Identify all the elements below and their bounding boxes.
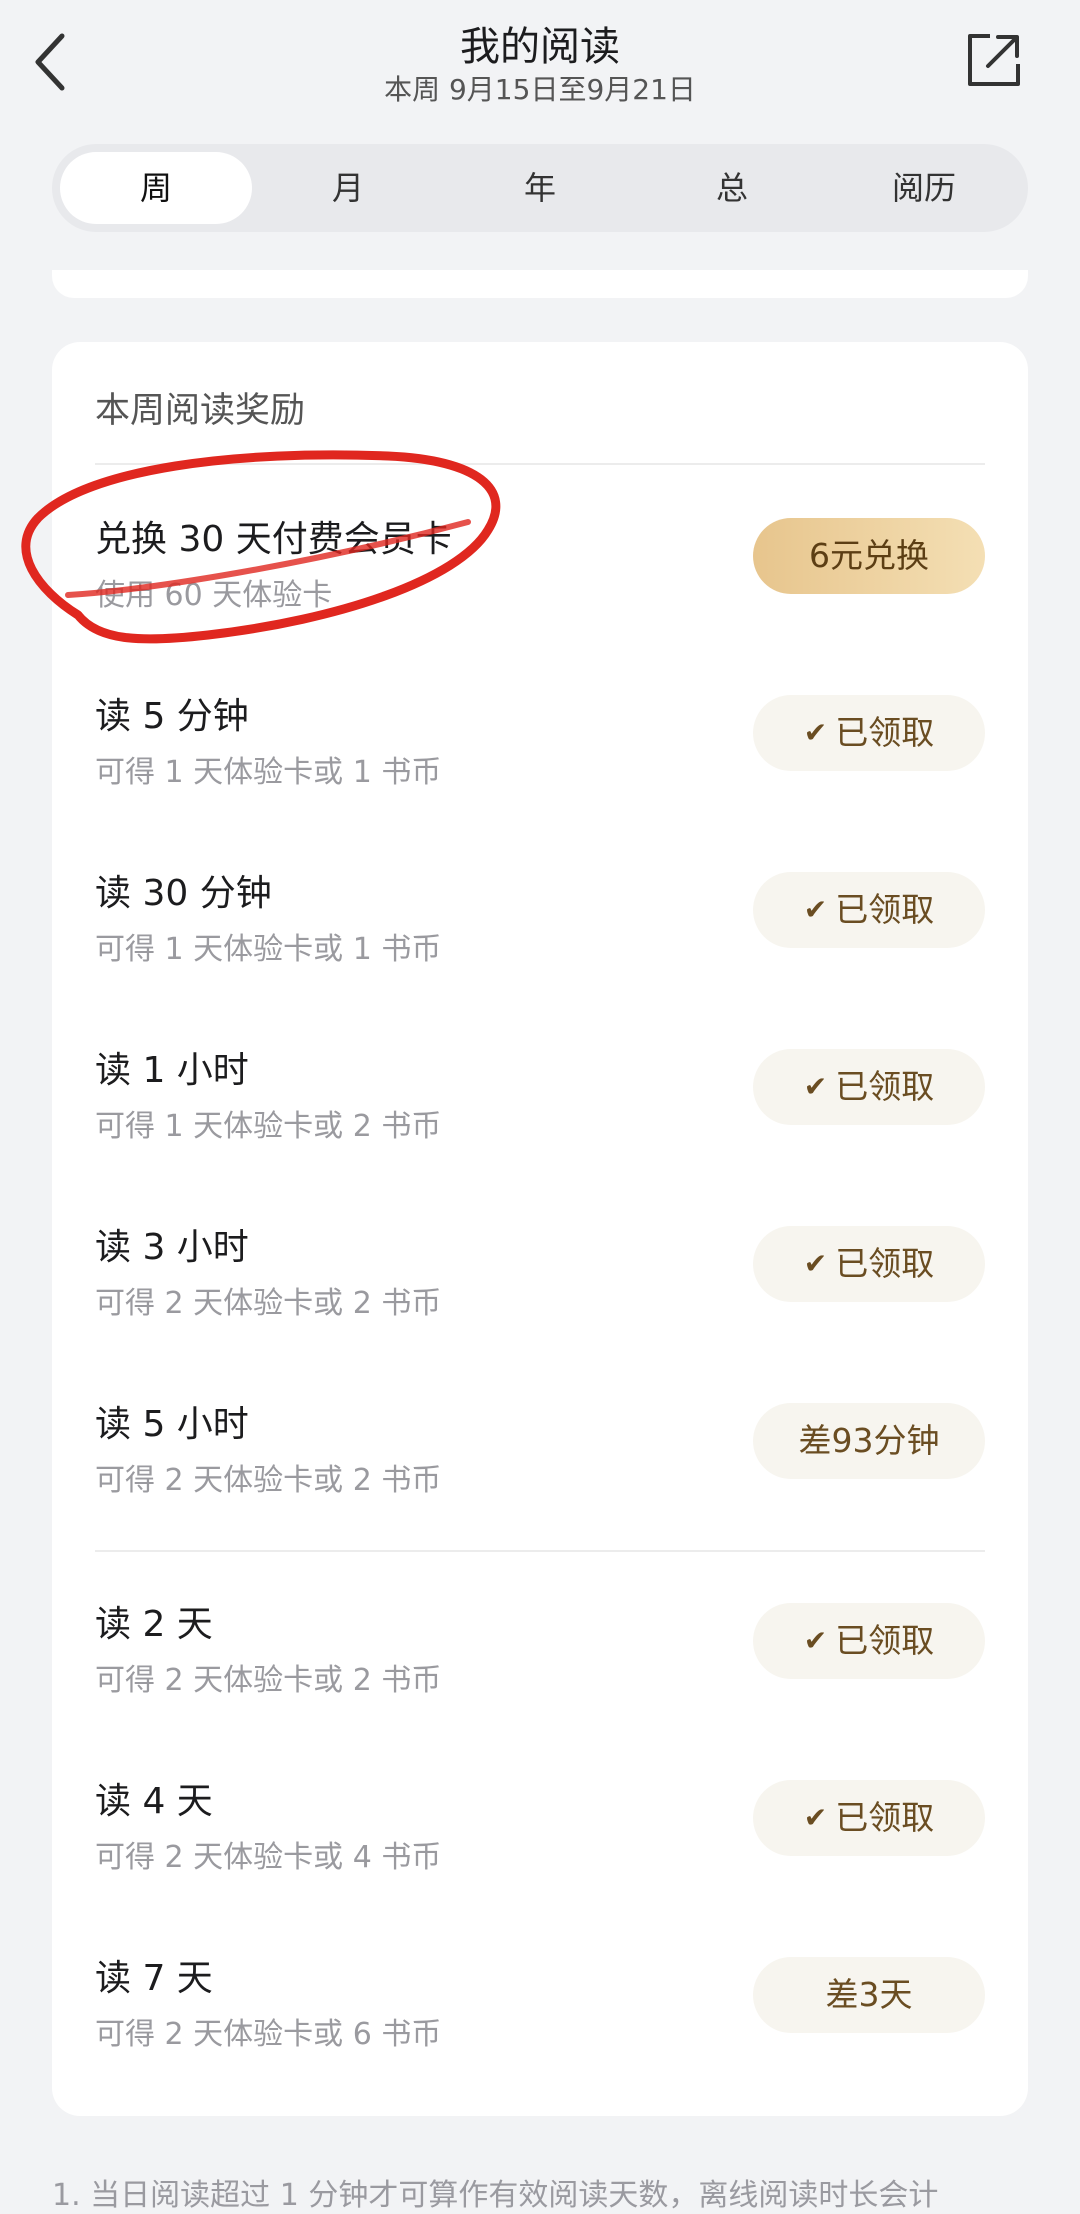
reward-title: 读 3 小时 <box>95 1227 249 1268</box>
reward-sub: 可得 1 天体验卡或 2 书币 <box>95 1109 442 1144</box>
status-label: 已领取 <box>835 1798 935 1837</box>
reward-row: 读 5 分钟 可得 1 天体验卡或 1 书币 ✔ 已领取 <box>95 681 985 811</box>
reward-title: 读 30 分钟 <box>95 873 272 914</box>
claimed-button[interactable]: ✔ 已领取 <box>753 1603 985 1679</box>
claimed-button[interactable]: ✔ 已领取 <box>753 695 985 771</box>
reward-sub: 可得 1 天体验卡或 1 书币 <box>95 932 442 967</box>
tab-total[interactable]: 总 <box>636 152 828 224</box>
status-label: 已领取 <box>835 713 935 752</box>
status-label: 已领取 <box>835 1067 935 1106</box>
status-label: 已领取 <box>835 890 935 929</box>
reward-title: 读 1 小时 <box>95 1050 249 1091</box>
claimed-button[interactable]: ✔ 已领取 <box>753 872 985 948</box>
reward-sub: 可得 2 天体验卡或 2 书币 <box>95 1463 442 1498</box>
period-tabs: 周 月 年 总 阅历 <box>52 144 1028 232</box>
claimed-button[interactable]: ✔ 已领取 <box>753 1226 985 1302</box>
page-title: 我的阅读 <box>460 24 620 70</box>
check-icon: ✔ <box>803 716 828 749</box>
check-icon: ✔ <box>803 1624 828 1657</box>
reward-title: 读 4 天 <box>95 1781 213 1822</box>
previous-card-edge <box>52 270 1028 298</box>
reward-sub: 可得 2 天体验卡或 4 书币 <box>95 1840 442 1875</box>
reward-title: 读 5 分钟 <box>95 696 249 737</box>
reward-row: 读 1 小时 可得 1 天体验卡或 2 书币 ✔ 已领取 <box>95 1035 985 1165</box>
weekly-rewards-card: 本周阅读奖励 兑换 30 天付费会员卡 使用 60 天体验卡 6元兑换 读 5 … <box>52 342 1028 2116</box>
remaining-status-button[interactable]: 差3天 <box>753 1957 985 2033</box>
reward-row: 读 2 天 可得 2 天体验卡或 2 书币 ✔ 已领取 <box>95 1589 985 1719</box>
reward-sub: 可得 2 天体验卡或 2 书币 <box>95 1663 442 1698</box>
reward-sub: 可得 2 天体验卡或 6 书币 <box>95 2017 442 2052</box>
check-icon: ✔ <box>803 893 828 926</box>
divider <box>95 1550 985 1552</box>
share-export-icon[interactable] <box>964 30 1024 90</box>
exchange-row: 兑换 30 天付费会员卡 使用 60 天体验卡 6元兑换 <box>95 504 985 634</box>
tab-year[interactable]: 年 <box>444 152 636 224</box>
reward-row: 读 7 天 可得 2 天体验卡或 6 书币 差3天 <box>95 1943 985 2073</box>
reward-title: 读 7 天 <box>95 1958 213 1999</box>
reward-row: 读 5 小时 可得 2 天体验卡或 2 书币 差93分钟 <box>95 1389 985 1519</box>
exchange-button[interactable]: 6元兑换 <box>753 518 985 594</box>
exchange-title: 兑换 30 天付费会员卡 <box>95 519 452 560</box>
page-subtitle: 本周 9月15日至9月21日 <box>384 73 696 106</box>
reward-title: 读 5 小时 <box>95 1404 249 1445</box>
reward-sub: 可得 2 天体验卡或 2 书币 <box>95 1286 442 1321</box>
footnote-text: 1. 当日阅读超过 1 分钟才可算作有效阅读天数，离线阅读时长会计 <box>52 2178 939 2213</box>
claimed-button[interactable]: ✔ 已领取 <box>753 1780 985 1856</box>
divider <box>95 463 985 465</box>
reward-row: 读 3 小时 可得 2 天体验卡或 2 书币 ✔ 已领取 <box>95 1212 985 1342</box>
check-icon: ✔ <box>803 1070 828 1103</box>
remaining-status-button[interactable]: 差93分钟 <box>753 1403 985 1479</box>
reward-row: 读 30 分钟 可得 1 天体验卡或 1 书币 ✔ 已领取 <box>95 858 985 988</box>
check-icon: ✔ <box>803 1801 828 1834</box>
status-label: 已领取 <box>835 1244 935 1283</box>
tab-month[interactable]: 月 <box>252 152 444 224</box>
exchange-sub: 使用 60 天体验卡 <box>95 578 333 613</box>
reward-sub: 可得 1 天体验卡或 1 书币 <box>95 755 442 790</box>
header: 我的阅读 本周 9月15日至9月21日 <box>0 0 1080 130</box>
check-icon: ✔ <box>803 1247 828 1280</box>
rewards-title: 本周阅读奖励 <box>95 391 306 431</box>
tab-history[interactable]: 阅历 <box>828 152 1020 224</box>
reward-row: 读 4 天 可得 2 天体验卡或 4 书币 ✔ 已领取 <box>95 1766 985 1896</box>
claimed-button[interactable]: ✔ 已领取 <box>753 1049 985 1125</box>
status-label: 已领取 <box>835 1621 935 1660</box>
reward-title: 读 2 天 <box>95 1604 213 1645</box>
tab-week[interactable]: 周 <box>60 152 252 224</box>
